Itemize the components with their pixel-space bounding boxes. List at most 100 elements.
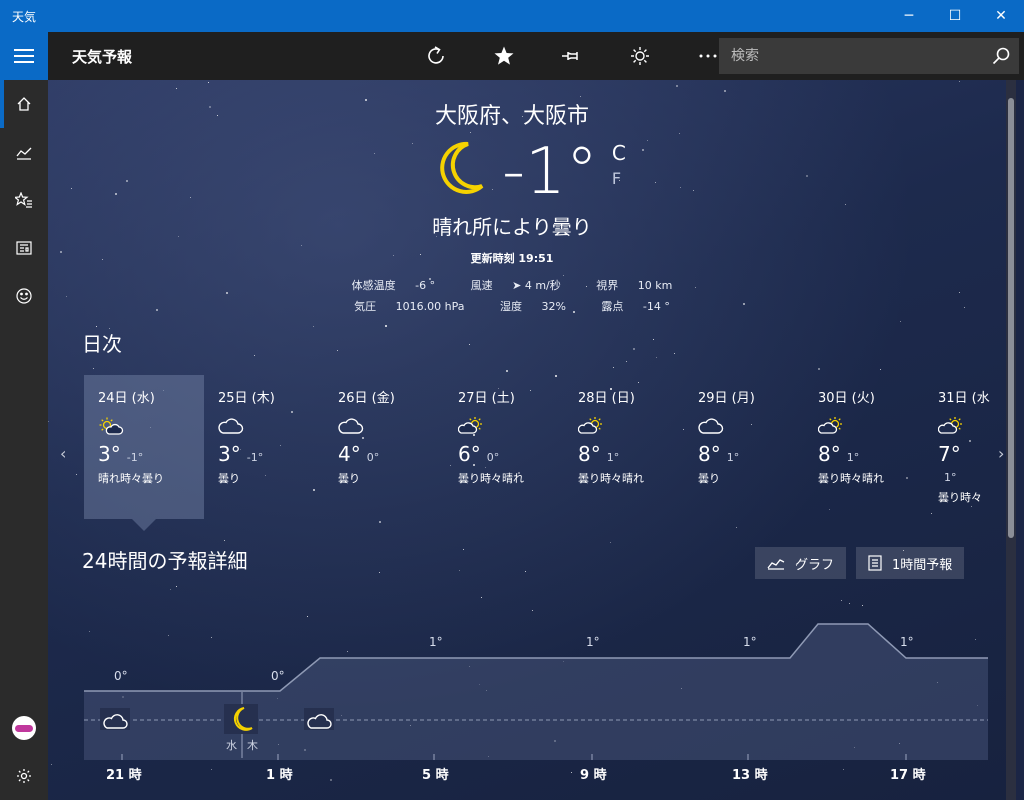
current-condition: 晴れ所により曇り — [432, 215, 592, 239]
graph-icon — [767, 559, 785, 570]
search-box — [719, 38, 1019, 74]
star-dot — [843, 769, 844, 770]
day-condition: 晴れ時々曇り — [98, 472, 164, 485]
daily-forecast-item[interactable]: 29日 (月) 8° 1° 曇り — [684, 375, 804, 519]
star-dot — [655, 182, 656, 183]
avatar[interactable] — [12, 716, 36, 740]
star-dot — [647, 140, 648, 141]
wind-label: 風速 — [470, 279, 493, 292]
scrollbar-thumb[interactable] — [1008, 98, 1014, 538]
vertical-scrollbar[interactable] — [1006, 80, 1016, 800]
star-dot — [76, 474, 77, 475]
pin-button[interactable] — [538, 32, 606, 80]
star-dot — [506, 370, 508, 372]
star-dot — [525, 571, 526, 572]
moon-icon — [440, 141, 484, 194]
search-button[interactable] — [983, 47, 1019, 65]
nav-item-favorites[interactable] — [0, 176, 48, 224]
nav-item-news[interactable] — [0, 224, 48, 272]
pressure-value: 1016.00 hPa — [395, 300, 465, 313]
time-label: 5 時 — [422, 768, 449, 783]
day-low-temp: 0° — [366, 451, 380, 464]
gear-icon — [17, 769, 31, 783]
search-input[interactable] — [719, 38, 983, 74]
unit-celsius[interactable]: C — [612, 140, 626, 166]
star-dot — [176, 586, 177, 587]
nav-item-settings[interactable] — [0, 752, 48, 800]
current-temp-block: -1° C F — [438, 140, 626, 204]
hourly-temp-graph — [84, 623, 988, 760]
star-dot — [841, 600, 842, 601]
star-dot — [51, 764, 52, 765]
star-dot — [610, 542, 611, 543]
cloud-icon — [698, 416, 790, 436]
day-date: 28日 (日) — [578, 391, 635, 406]
dewpoint-label: 露点 — [601, 300, 624, 313]
refresh-button[interactable] — [402, 32, 470, 80]
pin-icon — [562, 52, 578, 60]
star-dot — [412, 143, 413, 144]
daily-forecast-item[interactable]: 27日 (土) 6° 0° 曇り時々晴れ — [444, 375, 564, 519]
unit-fahrenheit[interactable]: F — [612, 166, 626, 192]
minimize-button[interactable]: ─ — [886, 0, 932, 32]
day-condition: 曇り — [218, 472, 240, 485]
star-dot — [880, 369, 881, 370]
star-dot — [459, 570, 460, 571]
star-dot — [313, 326, 314, 327]
more-icon — [699, 54, 717, 58]
graph-view-button[interactable]: グラフ — [755, 547, 847, 579]
daily-forecast-item[interactable]: 26日 (金) 4° 0° 曇り — [324, 375, 444, 519]
humidity-value: 32% — [541, 300, 566, 313]
day-high-temp: 3° — [218, 442, 241, 466]
hamburger-menu-button[interactable] — [0, 32, 48, 80]
favorite-button[interactable] — [470, 32, 538, 80]
star-dot — [126, 180, 128, 182]
daily-forecast-item[interactable]: 30日 (火) 8° 1° 曇り時々晴れ — [804, 375, 924, 519]
graph-temp-label: 1° — [429, 635, 443, 649]
chart-icon — [16, 147, 32, 160]
window-title: 天気 — [12, 9, 37, 24]
theme-button[interactable] — [606, 32, 674, 80]
maximize-button[interactable]: ☐ — [932, 0, 978, 32]
star-dot — [66, 296, 67, 297]
daily-next-arrow[interactable]: › — [998, 444, 1004, 463]
star-dot — [693, 190, 694, 191]
hourly-view-button[interactable]: 1時間予報 — [856, 547, 965, 579]
window-titlebar: 天気 ─ ☐ ✕ — [0, 0, 1024, 32]
graph-temp-label: 1° — [586, 635, 600, 649]
day-condition: 曇り時々晴れ — [818, 472, 884, 485]
daily-forecast-item[interactable]: 31日 (水 7° 1° 曇り時々 — [924, 375, 992, 519]
star-dot — [900, 321, 901, 322]
daily-forecast-item[interactable]: 25日 (木) 3° -1° 曇り — [204, 375, 324, 519]
day-high-temp: 3° — [98, 442, 121, 466]
day-high-temp: 6° — [458, 442, 481, 466]
star-dot — [463, 549, 464, 550]
sun-icon — [631, 47, 649, 65]
nav-item-feedback[interactable] — [0, 272, 48, 320]
star-dot — [170, 589, 171, 590]
star-dot — [481, 597, 482, 598]
time-label: 21 時 — [106, 768, 142, 783]
star-dot — [656, 357, 657, 358]
star-dot — [580, 96, 581, 97]
news-icon — [16, 241, 32, 255]
day-low-temp: -1° — [246, 451, 264, 464]
star-dot — [379, 572, 380, 573]
day-low-temp: 1° — [726, 451, 740, 464]
daily-forecast-item[interactable]: 28日 (日) 8° 1° 曇り時々晴れ — [564, 375, 684, 519]
daily-forecast-item[interactable]: 24日 (水) 3° -1° 晴れ時々曇り — [84, 375, 204, 531]
close-button[interactable]: ✕ — [978, 0, 1024, 32]
details-row-2: 気圧 1016.00 hPa 湿度 32% 露点 -14 ° — [48, 298, 1014, 314]
star-dot — [680, 187, 681, 188]
star-dot — [613, 367, 614, 368]
day-label-right: 木 — [247, 739, 258, 752]
nav-item-forecast[interactable] — [0, 80, 48, 128]
graph-temp-label: 0° — [114, 669, 128, 683]
graph-area — [84, 624, 988, 760]
star-dot — [71, 188, 72, 189]
day-condition: 曇り時々晴れ — [578, 472, 644, 485]
daily-prev-arrow[interactable]: ‹ — [60, 444, 66, 463]
graph-temp-label: 1° — [743, 635, 757, 649]
day-high-temp: 4° — [338, 442, 361, 466]
nav-item-maps[interactable] — [0, 128, 48, 176]
